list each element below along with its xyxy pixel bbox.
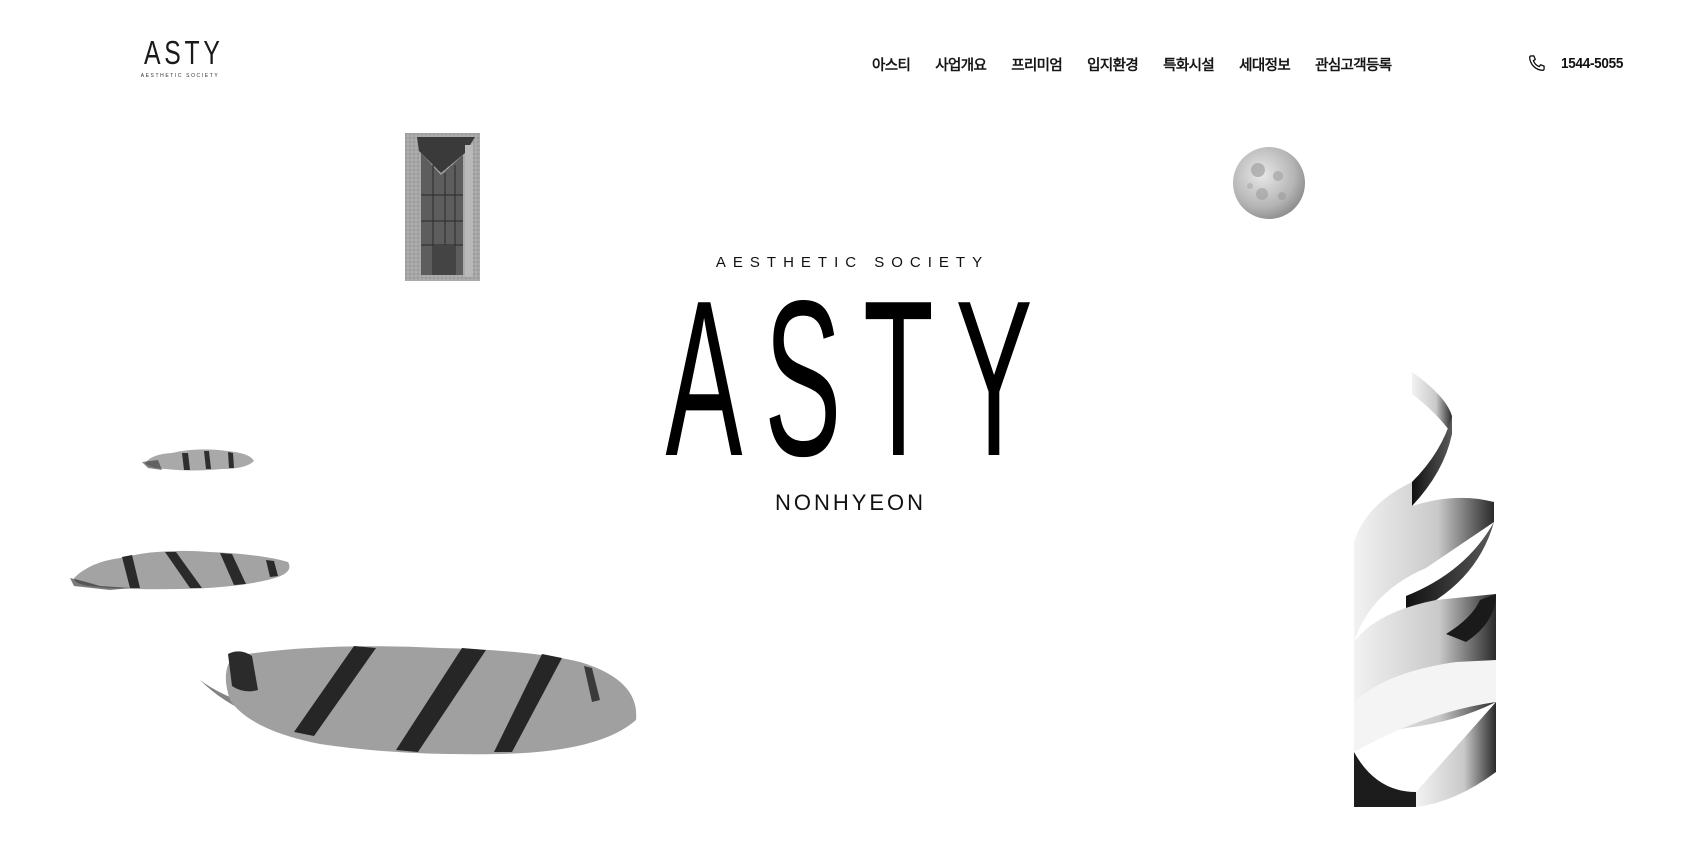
main-nav: 아스티 사업개요 프리미엄 입지환경 특화시설 세대정보 관심고객등록 xyxy=(872,54,1417,75)
nav-item-overview[interactable]: 사업개요 xyxy=(935,54,987,75)
nav-item-location[interactable]: 입지환경 xyxy=(1087,54,1139,75)
stone-medium-image xyxy=(70,550,290,590)
logo-wordmark: ASTY xyxy=(144,34,224,71)
ribbon-sculpture-image xyxy=(1354,372,1496,807)
building-image xyxy=(405,133,480,281)
hero-title: ASTY xyxy=(665,255,1055,503)
phone-contact[interactable]: 1544-5055 xyxy=(1527,53,1630,73)
logo-subtext: AESTHETIC SOCIETY xyxy=(140,73,220,79)
nav-item-units[interactable]: 세대정보 xyxy=(1239,54,1291,75)
landing-page: ASTY AESTHETIC SOCIETY 아스티 사업개요 프리미엄 입지환… xyxy=(0,0,1698,860)
site-logo[interactable]: ASTY AESTHETIC SOCIETY xyxy=(132,34,228,84)
moon-image xyxy=(1233,147,1305,219)
nav-item-premium[interactable]: 프리미엄 xyxy=(1011,54,1063,75)
nav-item-register[interactable]: 관심고객등록 xyxy=(1315,54,1392,75)
nav-item-facilities[interactable]: 특화시설 xyxy=(1163,54,1215,75)
phone-number: 1544-5055 xyxy=(1561,54,1624,72)
nav-item-asty[interactable]: 아스티 xyxy=(872,54,911,75)
stone-large-image xyxy=(200,646,637,755)
phone-icon xyxy=(1529,55,1545,72)
stone-small-image xyxy=(142,449,254,471)
